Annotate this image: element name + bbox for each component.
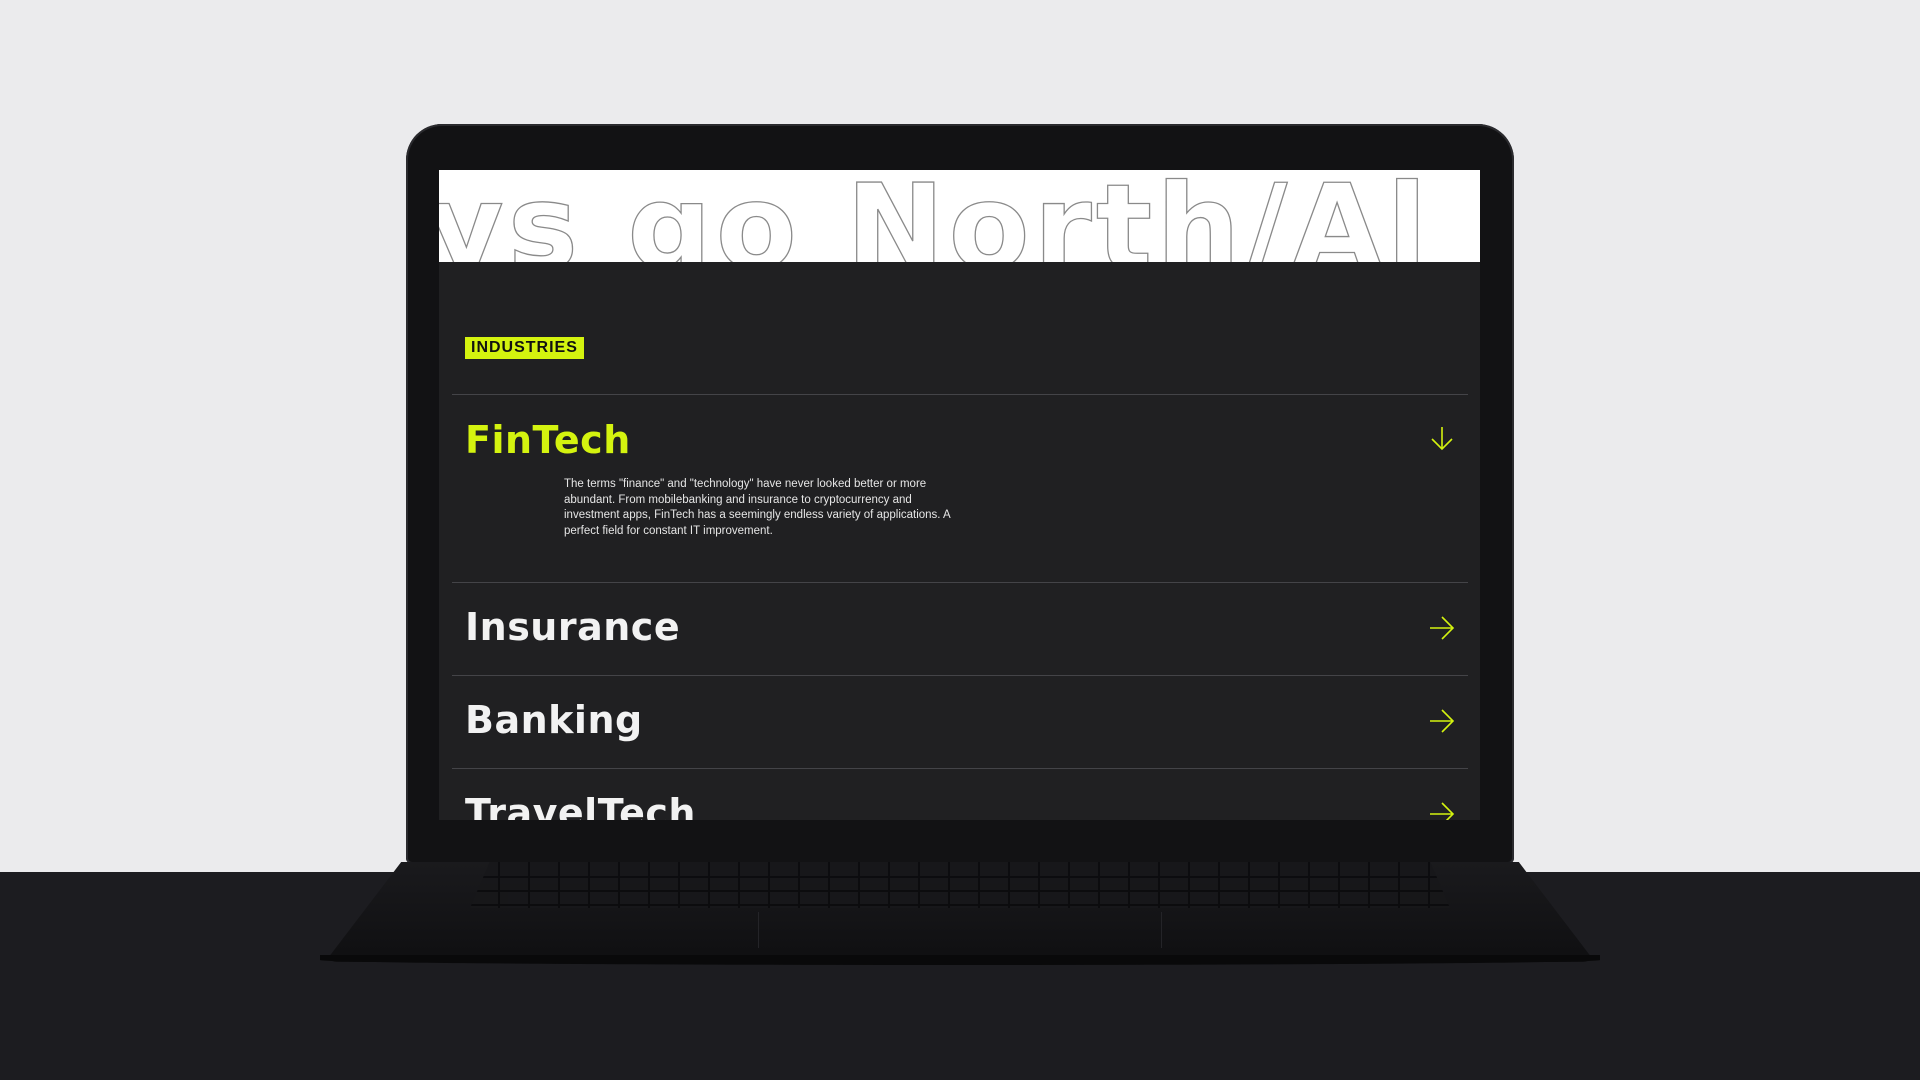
arrow-right-icon[interactable] bbox=[1427, 706, 1457, 736]
arrow-right-icon[interactable] bbox=[1427, 799, 1457, 820]
row-divider bbox=[452, 768, 1468, 769]
fintech-description: The terms "finance" and "technology" hav… bbox=[564, 478, 951, 537]
industry-item-banking[interactable]: Banking bbox=[465, 698, 643, 742]
marquee-text: ys go North/Al bbox=[439, 170, 1432, 262]
industries-badge: INDUSTRIES bbox=[465, 337, 584, 359]
arrow-right-icon[interactable] bbox=[1427, 613, 1457, 643]
industry-item-traveltech[interactable]: TravelTech bbox=[465, 791, 696, 820]
laptop-screen: ys go North/Al INDUSTRIES FinTech The te… bbox=[439, 170, 1480, 820]
marquee-banner: ys go North/Al bbox=[439, 170, 1480, 262]
industry-item-fintech[interactable]: FinTech bbox=[465, 418, 631, 462]
row-divider bbox=[452, 582, 1468, 583]
laptop-base-edge bbox=[320, 955, 1600, 965]
row-divider bbox=[452, 675, 1468, 676]
arrow-down-icon[interactable] bbox=[1427, 424, 1457, 454]
industry-item-insurance[interactable]: Insurance bbox=[465, 605, 680, 649]
laptop-trackpad bbox=[758, 912, 1162, 948]
row-divider bbox=[452, 394, 1468, 395]
laptop-keyboard bbox=[470, 862, 1450, 908]
